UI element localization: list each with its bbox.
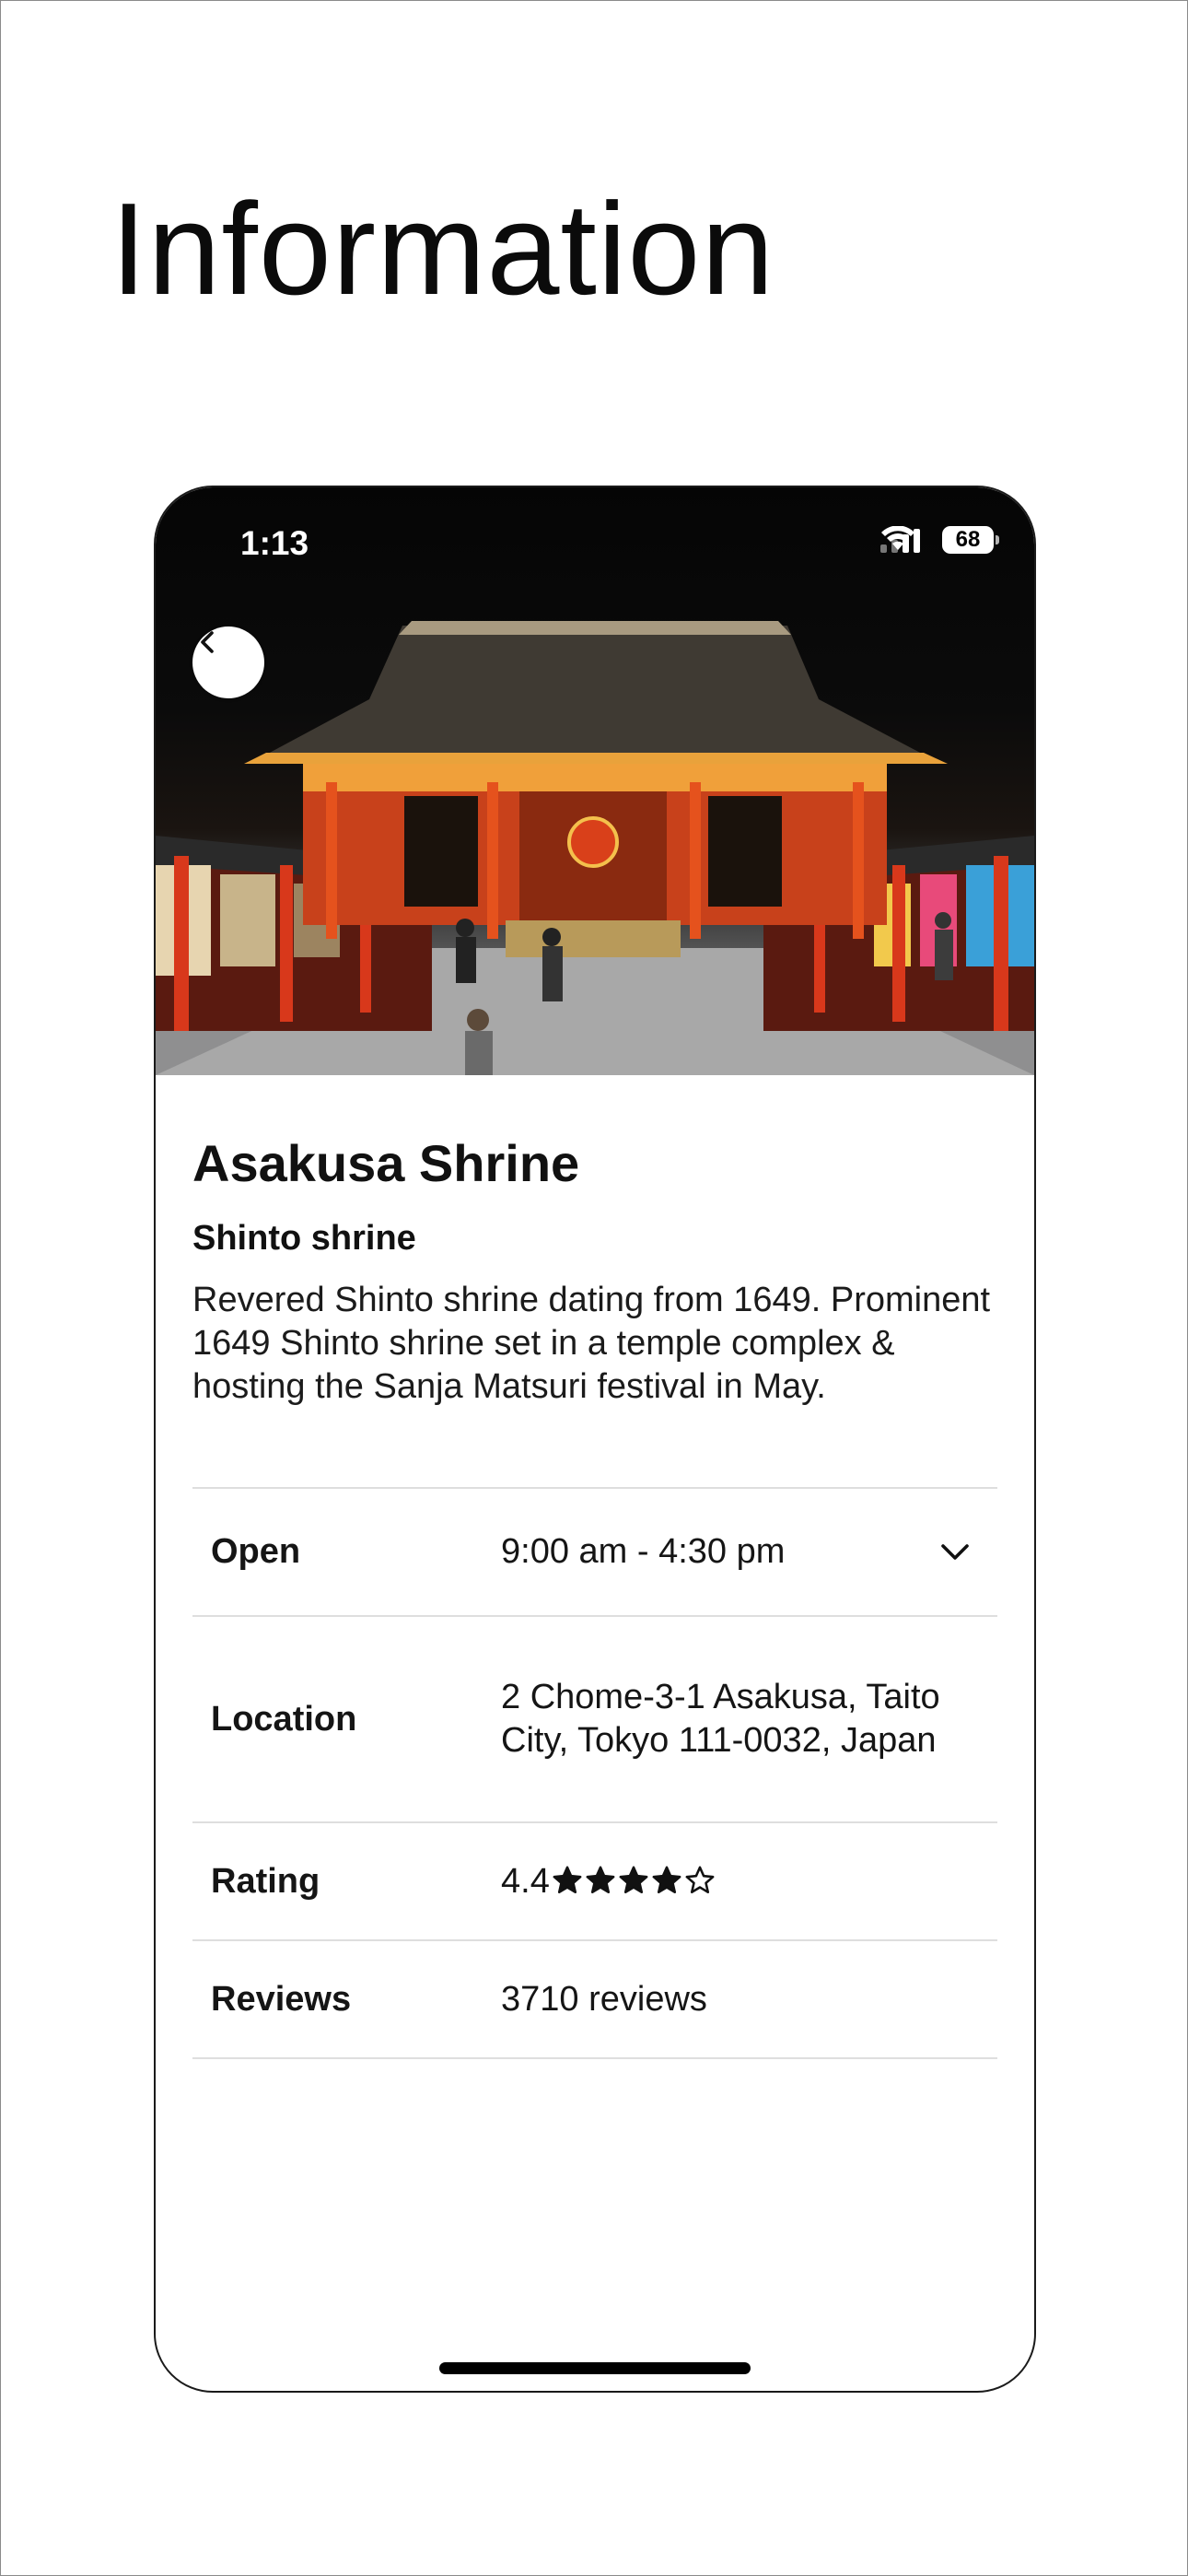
home-indicator bbox=[439, 2362, 751, 2374]
details-table: Open 9:00 am - 4:30 pm Location 2 Chome-… bbox=[192, 1487, 997, 2059]
place-description: Revered Shinto shrine dating from 1649. … bbox=[192, 1280, 991, 1406]
rating-row: Rating 4.4 bbox=[192, 1821, 997, 1939]
star-empty-icon bbox=[685, 1866, 715, 1893]
hours-label: Open bbox=[211, 1532, 301, 1571]
location-row: Location 2 Chome-3-1 Asakusa, Taito City… bbox=[192, 1615, 997, 1821]
star-filled-icon bbox=[586, 1866, 615, 1893]
back-button[interactable] bbox=[192, 626, 264, 698]
star-rating bbox=[552, 1865, 716, 1896]
rating-label: Rating bbox=[211, 1861, 320, 1901]
rating-value: 4.4 bbox=[501, 1861, 550, 1901]
battery-icon: 68 bbox=[942, 526, 999, 554]
shrine-photo: 1:13 68 bbox=[156, 487, 1034, 1075]
phone-screen: 1:13 68 Asakusa Shrine Shinto shrine Rev… bbox=[154, 486, 1036, 2393]
chevron-left-icon bbox=[201, 631, 214, 653]
place-name: Asakusa Shrine bbox=[192, 1134, 580, 1192]
table-bottom-divider bbox=[192, 2057, 997, 2059]
star-filled-icon bbox=[553, 1866, 582, 1893]
reviews-label: Reviews bbox=[211, 1979, 352, 2019]
star-filled-icon bbox=[652, 1866, 681, 1893]
status-time: 1:13 bbox=[240, 524, 309, 562]
hours-value: 9:00 am - 4:30 pm bbox=[501, 1532, 786, 1571]
reviews-row: Reviews 3710 reviews bbox=[192, 1939, 997, 2057]
status-icons: 68 bbox=[880, 526, 999, 554]
place-summary: Asakusa Shrine Shinto shrine Revered Shi… bbox=[192, 1132, 997, 1409]
chevron-down-icon[interactable] bbox=[931, 1528, 979, 1576]
reviews-value: 3710 reviews bbox=[501, 1979, 707, 2019]
place-type: Shinto shrine bbox=[192, 1219, 416, 1259]
status-bar: 1:13 68 bbox=[156, 487, 1034, 598]
star-filled-icon bbox=[619, 1866, 648, 1893]
rating-value-group: 4.4 bbox=[501, 1860, 997, 1903]
location-label: Location bbox=[211, 1699, 357, 1739]
page-title: Information bbox=[111, 176, 775, 322]
location-value: 2 Chome-3-1 Asakusa, Taito City, Tokyo 1… bbox=[501, 1678, 940, 1760]
hours-row[interactable]: Open 9:00 am - 4:30 pm bbox=[192, 1487, 997, 1615]
